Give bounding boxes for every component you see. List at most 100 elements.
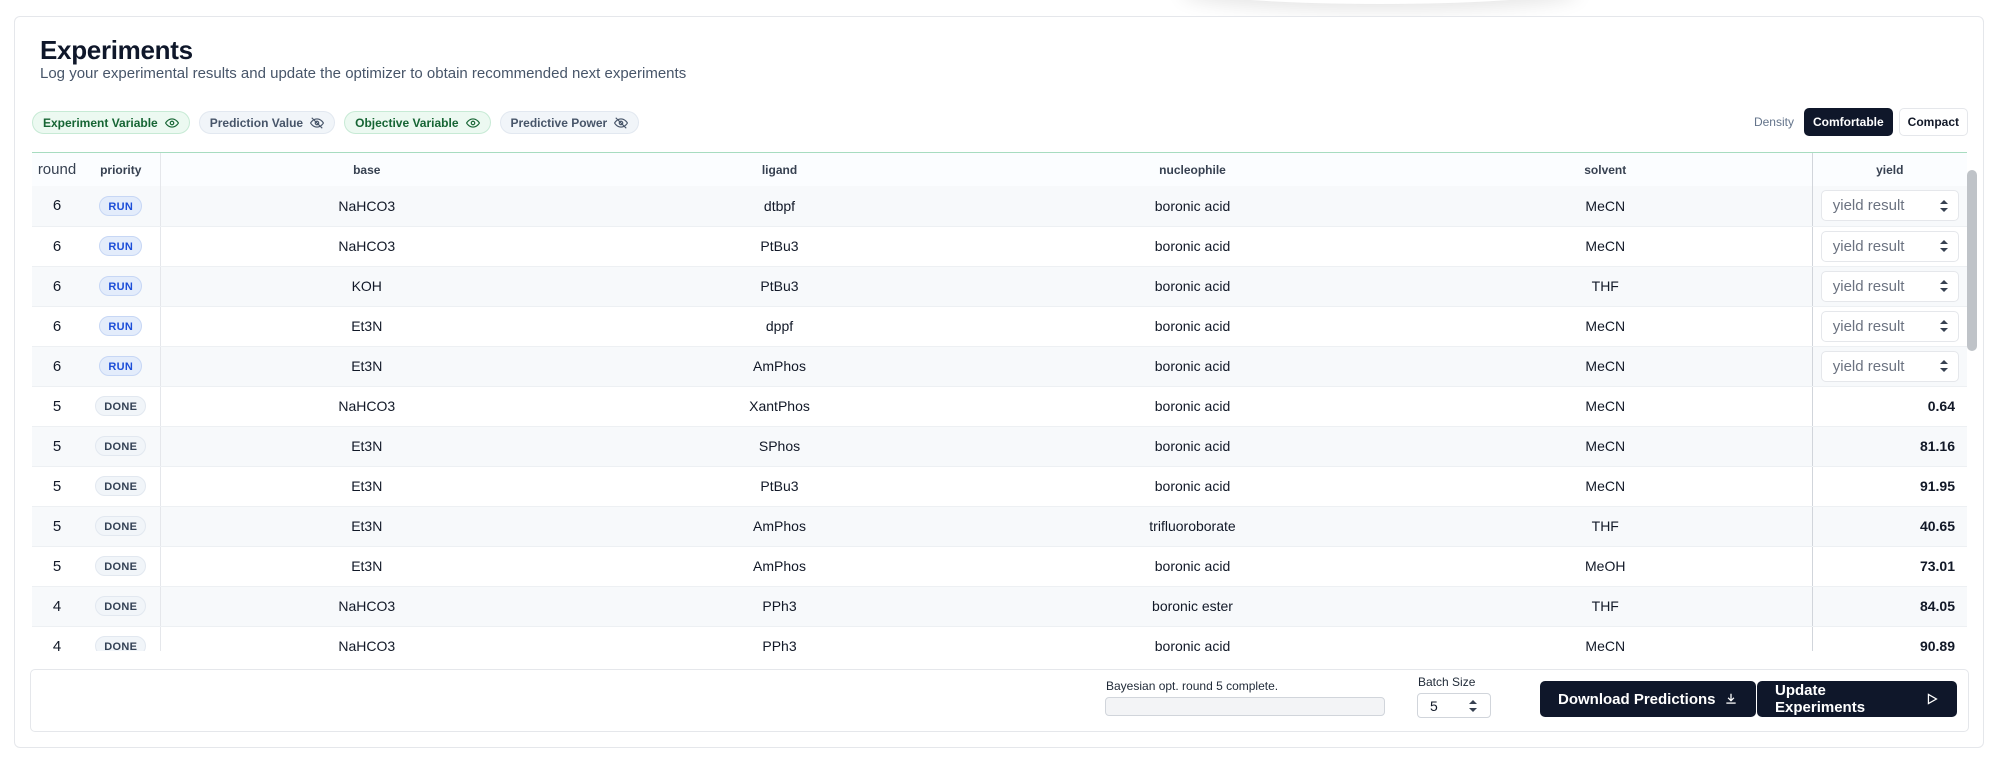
column-header-yield[interactable]: yield bbox=[1811, 153, 1967, 186]
eye-off-icon bbox=[310, 116, 325, 129]
ligand-cell: SPhos bbox=[573, 426, 986, 467]
spinner-arrows-icon[interactable] bbox=[1939, 280, 1948, 292]
optimizer-status: Bayesian opt. round 5 complete. bbox=[1106, 679, 1279, 693]
experiments-table: round priority base ligand nucleophile s… bbox=[32, 152, 1967, 651]
column-header-base[interactable]: base bbox=[160, 153, 573, 186]
nucleophile-cell: boronic acid bbox=[986, 626, 1399, 651]
priority-badge: RUN bbox=[99, 276, 143, 296]
base-cell: NaHCO3 bbox=[160, 226, 573, 267]
column-header-nucleophile[interactable]: nucleophile bbox=[986, 153, 1399, 186]
batch-size-input[interactable]: 5 bbox=[1417, 693, 1491, 718]
priority-cell: RUN bbox=[82, 346, 161, 387]
table-row: 6 RUN Et3N dppf boronic acid MeCN yield result bbox=[32, 306, 1967, 347]
column-header-ligand[interactable]: ligand bbox=[573, 153, 986, 186]
nucleophile-cell: boronic acid bbox=[986, 306, 1399, 347]
spinner-arrows-icon[interactable] bbox=[1939, 360, 1948, 372]
priority-cell: RUN bbox=[82, 306, 161, 347]
base-cell: Et3N bbox=[160, 466, 573, 507]
table-scrollbar[interactable] bbox=[1965, 170, 1979, 351]
solvent-cell: THF bbox=[1399, 506, 1812, 547]
yield-cell: yield result bbox=[1811, 306, 1967, 347]
ligand-cell: AmPhos bbox=[573, 346, 986, 387]
yield-placeholder: yield result bbox=[1832, 317, 1905, 335]
ligand-cell: AmPhos bbox=[573, 506, 986, 547]
scrollbar-thumb[interactable] bbox=[1967, 170, 1977, 351]
ligand-cell: PtBu3 bbox=[573, 466, 986, 507]
density-compact-button[interactable]: Compact bbox=[1898, 108, 1968, 136]
nucleophile-cell: boronic acid bbox=[986, 426, 1399, 467]
base-cell: NaHCO3 bbox=[160, 186, 573, 227]
round-cell: 6 bbox=[32, 226, 82, 267]
round-cell: 5 bbox=[32, 426, 82, 467]
update-experiments-label: Update Experiments bbox=[1775, 682, 1866, 716]
batch-size-label: Batch Size bbox=[1418, 675, 1476, 689]
column-legend: Experiment Variable Prediction Value Obj… bbox=[32, 111, 640, 134]
yield-result-input[interactable]: yield result bbox=[1820, 270, 1959, 302]
priority-badge: RUN bbox=[99, 356, 143, 376]
eye-off-icon bbox=[614, 116, 629, 129]
spinner-arrows-icon[interactable] bbox=[1469, 699, 1477, 712]
density-comfortable-button[interactable]: Comfortable bbox=[1803, 108, 1893, 136]
nucleophile-cell: boronic acid bbox=[986, 546, 1399, 587]
experiments-panel: Experiments Log your experimental result… bbox=[14, 16, 1984, 748]
priority-cell: RUN bbox=[82, 186, 161, 227]
legend-chip-prediction-value[interactable]: Prediction Value bbox=[198, 111, 336, 134]
download-predictions-label: Download Predictions bbox=[1558, 690, 1716, 708]
legend-chip-predictive-power[interactable]: Predictive Power bbox=[499, 111, 640, 134]
yield-result-input[interactable]: yield result bbox=[1820, 350, 1959, 382]
download-predictions-button[interactable]: Download Predictions bbox=[1540, 681, 1756, 717]
legend-label: Prediction Value bbox=[209, 115, 304, 130]
priority-cell: DONE bbox=[82, 506, 161, 547]
table-row: 5 DONE NaHCO3 XantPhos boronic acid MeCN 0.64 bbox=[32, 386, 1967, 427]
column-header-priority[interactable]: priority bbox=[82, 153, 161, 186]
legend-chip-objective-variable[interactable]: Objective Variable bbox=[344, 111, 491, 134]
solvent-cell: MeCN bbox=[1399, 466, 1812, 507]
yield-cell: yield result bbox=[1811, 226, 1967, 267]
solvent-cell: THF bbox=[1399, 266, 1812, 307]
priority-cell: RUN bbox=[82, 266, 161, 307]
yield-placeholder: yield result bbox=[1832, 197, 1905, 215]
solvent-cell: THF bbox=[1399, 586, 1812, 627]
column-header-round[interactable]: round bbox=[32, 153, 82, 186]
yield-cell: 40.65 bbox=[1811, 506, 1967, 547]
nucleophile-cell: boronic acid bbox=[986, 226, 1399, 267]
round-cell: 6 bbox=[32, 186, 82, 227]
table-header-row: round priority base ligand nucleophile s… bbox=[32, 153, 1967, 186]
solvent-cell: MeCN bbox=[1399, 626, 1812, 651]
table-body: 6 RUN NaHCO3 dtbpf boronic acid MeCN yield res… bbox=[32, 186, 1967, 651]
table-row: 4 DONE NaHCO3 PPh3 boronic ester THF 84.05 bbox=[32, 586, 1967, 627]
density-label: Density bbox=[1753, 115, 1794, 129]
priority-badge: DONE bbox=[95, 396, 147, 416]
priority-badge: RUN bbox=[99, 236, 143, 256]
column-header-solvent[interactable]: solvent bbox=[1399, 153, 1812, 186]
nucleophile-cell: trifluoroborate bbox=[986, 506, 1399, 547]
table-row: 6 RUN NaHCO3 dtbpf boronic acid MeCN yield res… bbox=[32, 186, 1967, 227]
legend-label: Experiment Variable bbox=[43, 115, 158, 130]
yield-cell: 90.89 bbox=[1811, 626, 1967, 651]
yield-cell: yield result bbox=[1811, 346, 1967, 387]
density-toggle: Density Comfortable Compact bbox=[1754, 108, 1968, 136]
legend-chip-experiment-variable[interactable]: Experiment Variable bbox=[32, 111, 190, 134]
table-row: 6 RUN NaHCO3 PtBu3 boronic acid MeCN yield res… bbox=[32, 226, 1967, 267]
spinner-arrows-icon[interactable] bbox=[1939, 199, 1948, 212]
ligand-cell: PtBu3 bbox=[573, 266, 986, 307]
yield-result-input[interactable]: yield result bbox=[1820, 230, 1959, 262]
priority-badge: DONE bbox=[95, 476, 147, 496]
spinner-arrows-icon[interactable] bbox=[1939, 240, 1948, 252]
base-cell: KOH bbox=[160, 266, 573, 307]
table-row: 5 DONE Et3N PtBu3 boronic acid MeCN 91.95 bbox=[32, 466, 1967, 507]
priority-badge: RUN bbox=[99, 316, 143, 336]
yield-result-input[interactable]: yield result bbox=[1820, 310, 1959, 342]
priority-cell: DONE bbox=[82, 466, 161, 507]
base-cell: Et3N bbox=[160, 546, 573, 587]
yield-placeholder: yield result bbox=[1832, 277, 1905, 295]
yield-result-input[interactable]: yield result bbox=[1820, 190, 1959, 222]
update-experiments-button[interactable]: Update Experiments bbox=[1757, 681, 1957, 717]
round-cell: 5 bbox=[32, 506, 82, 547]
spinner-arrows-icon[interactable] bbox=[1939, 320, 1948, 332]
nucleophile-cell: boronic acid bbox=[986, 266, 1399, 307]
base-cell: Et3N bbox=[160, 506, 573, 547]
ligand-cell: XantPhos bbox=[573, 386, 986, 427]
nucleophile-cell: boronic acid bbox=[986, 386, 1399, 427]
yield-cell: 84.05 bbox=[1811, 586, 1967, 627]
